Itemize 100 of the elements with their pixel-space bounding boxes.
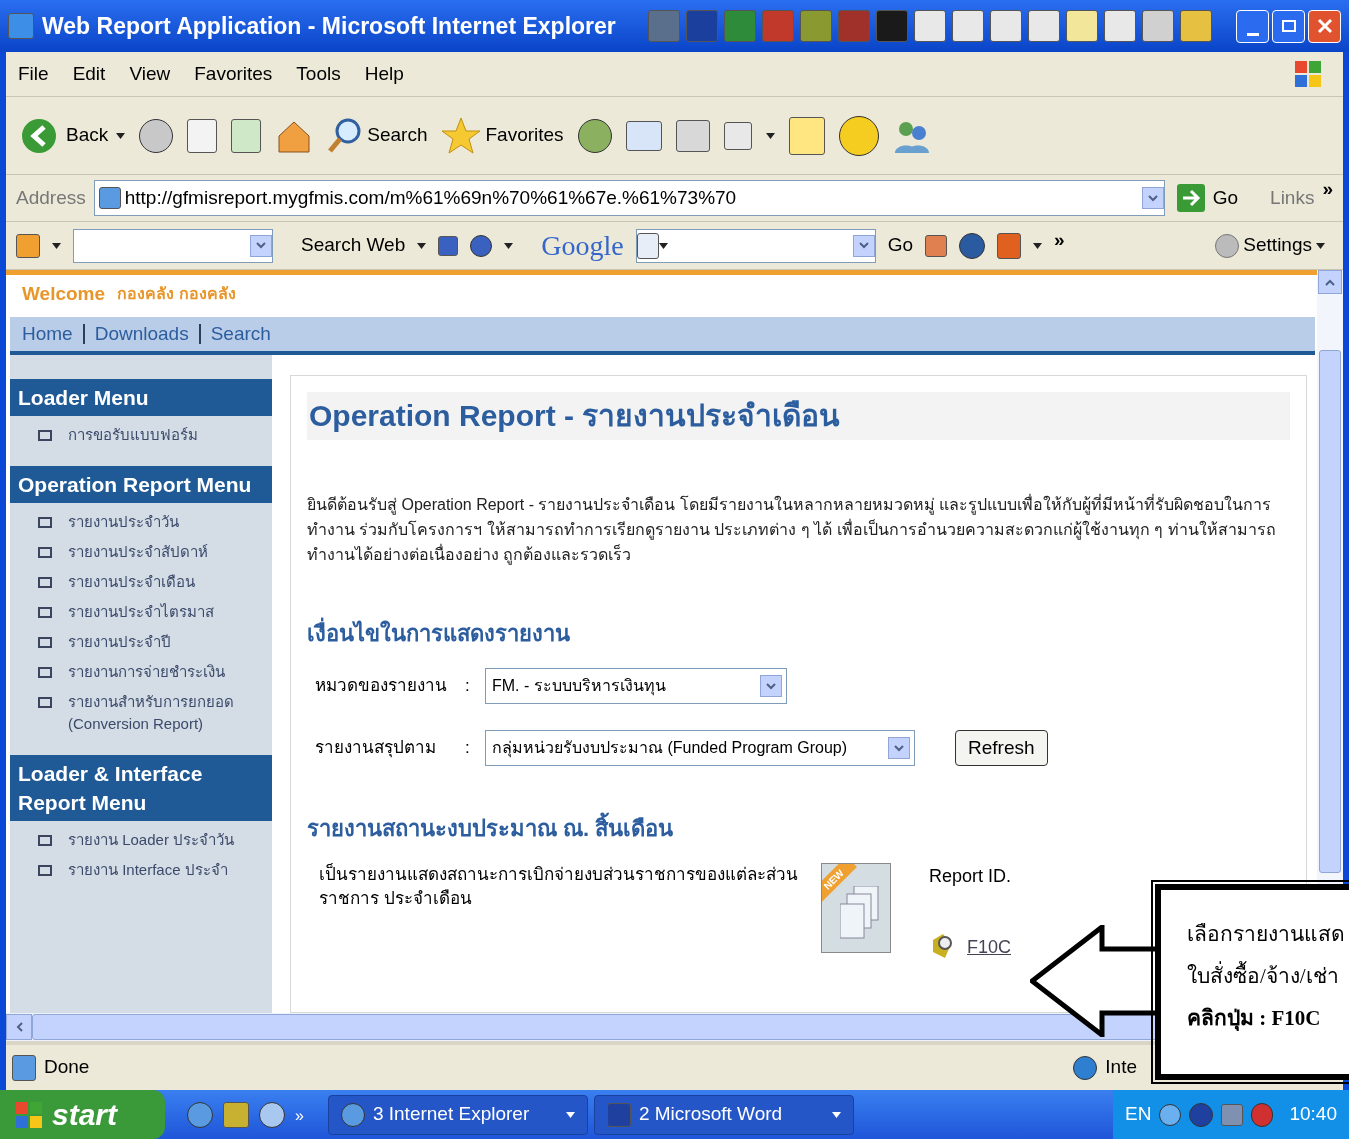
search-input[interactable] bbox=[73, 228, 273, 263]
menu-item[interactable]: File bbox=[18, 59, 49, 89]
back-button[interactable]: Back bbox=[20, 116, 126, 155]
app-icon[interactable] bbox=[1103, 10, 1136, 42]
zone-label: Inte bbox=[1105, 1055, 1137, 1080]
callout-text: เลือกรายงานแสด bbox=[1187, 921, 1346, 948]
app-icon[interactable] bbox=[1027, 10, 1060, 42]
restore-button[interactable] bbox=[1272, 9, 1305, 43]
google-go-button[interactable]: Go bbox=[887, 231, 913, 260]
sidebar-link[interactable]: รายงาน Loader ประจำวัน bbox=[68, 829, 235, 851]
caret-down-icon bbox=[256, 242, 266, 249]
dropdown-button[interactable] bbox=[852, 234, 875, 257]
caret-icon[interactable] bbox=[565, 1111, 575, 1118]
caret-icon[interactable] bbox=[658, 242, 668, 249]
section-heading: รายงานสถานะงบประมาณ ณ. สิ้นเดือน bbox=[307, 812, 1290, 845]
user-name: กองคลัง กองคลัง bbox=[117, 284, 236, 304]
sidebar-link[interactable]: รายงานประจำปี bbox=[68, 631, 171, 653]
caret-up-icon[interactable] bbox=[1325, 278, 1335, 286]
bullet-icon bbox=[38, 577, 52, 588]
app-icon[interactable] bbox=[1065, 10, 1098, 42]
bullet-icon bbox=[38, 547, 52, 558]
caret-icon[interactable] bbox=[765, 132, 775, 139]
nav-link[interactable]: Home bbox=[22, 323, 73, 344]
taskbar-button[interactable]: 3 Internet Explorer bbox=[327, 1094, 588, 1135]
search-button[interactable]: Search bbox=[327, 116, 428, 155]
callout-text: คลิกปุ่ม : F10C bbox=[1187, 1005, 1322, 1032]
sidebar-link[interactable]: รายงานการจ่ายชำระเงิน bbox=[68, 661, 225, 683]
nav-link[interactable]: Search bbox=[210, 323, 271, 344]
menu-item[interactable]: Help bbox=[364, 59, 404, 89]
dropdown-field[interactable]: กลุ่มหน่วยรับงบประมาณ (Funded Program Group) bbox=[485, 730, 915, 766]
menu-item[interactable]: View bbox=[129, 59, 171, 89]
window-title: Web Report Application - Microsoft Internet Explorer bbox=[42, 11, 616, 41]
dropdown-button[interactable] bbox=[760, 675, 782, 697]
menu-item[interactable]: Favorites bbox=[194, 59, 273, 89]
welcome-label: Welcome bbox=[22, 281, 106, 306]
sidebar-link[interactable]: การขอรับแบบฟอร์ม bbox=[68, 424, 198, 446]
dropdown-button[interactable] bbox=[888, 737, 910, 759]
bullet-icon bbox=[38, 607, 52, 618]
app-icon[interactable] bbox=[1141, 10, 1174, 42]
address-label: Address bbox=[16, 185, 86, 210]
minimize-button[interactable] bbox=[1236, 9, 1269, 43]
sidebar-link[interactable]: รายงานประจำวัน bbox=[68, 511, 179, 533]
menu-item[interactable]: Edit bbox=[72, 59, 106, 89]
google-logo: Google bbox=[541, 228, 624, 263]
caret-down-icon bbox=[894, 744, 904, 752]
bullet-icon bbox=[38, 430, 52, 441]
report-description: เป็นรายงานแสดงสถานะการเบิกจ่ายงบส่วนราชการของแต่ละส่วนราชการ ประจำเดือน bbox=[319, 863, 799, 910]
links-button[interactable]: Links bbox=[1270, 183, 1315, 213]
app-icon[interactable] bbox=[951, 10, 984, 42]
refresh-button[interactable]: Refresh bbox=[955, 730, 1048, 766]
nav-link[interactable]: Downloads bbox=[94, 323, 189, 344]
field-label: หมวดของรายงาน bbox=[315, 675, 448, 698]
app-icon[interactable] bbox=[1179, 10, 1212, 42]
close-button[interactable] bbox=[1308, 9, 1341, 43]
caret-down-icon bbox=[858, 242, 869, 249]
settings-button[interactable]: Settings bbox=[1215, 231, 1325, 260]
more-chevron[interactable]: » bbox=[1322, 175, 1333, 204]
windows-logo-icon bbox=[14, 1099, 44, 1130]
address-field[interactable]: http://gfmisreport.mygfmis.com/m%61%69n%70%61%67e.%61%73%70 bbox=[93, 180, 1165, 216]
more-chevron[interactable]: » bbox=[295, 1103, 304, 1128]
dropdown-field[interactable]: FM. - ระบบบริหารเงินทุน bbox=[485, 668, 787, 704]
caret-left-icon[interactable] bbox=[15, 1022, 23, 1032]
windows-logo-icon bbox=[1293, 59, 1323, 89]
star-icon bbox=[441, 115, 482, 156]
caret-icon[interactable] bbox=[417, 242, 427, 249]
caret-icon[interactable] bbox=[504, 242, 514, 249]
sidebar-section-title: Operation Report Menu bbox=[10, 466, 272, 503]
google-search-field[interactable] bbox=[635, 228, 876, 263]
favorites-button[interactable]: Favorites bbox=[441, 115, 564, 156]
caret-icon[interactable] bbox=[116, 132, 126, 139]
sidebar-link[interactable]: รายงานประจำเดือน bbox=[68, 571, 195, 593]
sidebar-link[interactable]: รายงานประจำสัปดาห์ bbox=[68, 541, 208, 563]
app-icon[interactable] bbox=[913, 10, 946, 42]
callout-text: ใบสั่งซื้อ/จ้าง/เช่า bbox=[1187, 962, 1349, 990]
caret-icon[interactable] bbox=[1033, 242, 1042, 249]
menu-item[interactable]: Tools bbox=[296, 59, 341, 89]
more-chevron[interactable]: » bbox=[1054, 226, 1065, 255]
sidebar-section-title: Loader & Interface Report Menu bbox=[10, 755, 272, 821]
search-web-button[interactable]: Search Web bbox=[301, 231, 427, 260]
bullet-icon bbox=[38, 865, 52, 876]
caret-down-icon bbox=[1147, 194, 1158, 202]
app-icon[interactable] bbox=[989, 10, 1022, 42]
caret-icon[interactable] bbox=[52, 242, 61, 249]
field-colon: : bbox=[465, 675, 471, 698]
taskbar-button[interactable]: 2 Microsoft Word bbox=[593, 1094, 854, 1135]
status-text: Done bbox=[44, 1055, 90, 1080]
dropdown-button[interactable] bbox=[250, 234, 272, 257]
caret-icon[interactable] bbox=[1316, 242, 1325, 249]
dropdown-button[interactable] bbox=[1141, 187, 1164, 209]
field-colon: : bbox=[465, 737, 471, 760]
caret-icon[interactable] bbox=[831, 1111, 841, 1118]
go-button[interactable]: Go bbox=[1176, 183, 1239, 213]
app-icon[interactable] bbox=[875, 10, 908, 42]
report-link[interactable]: F10C bbox=[967, 933, 1011, 961]
sidebar-link[interactable]: รายงานสำหรับการยกยอด (Conversion Report) bbox=[68, 691, 264, 735]
start-button[interactable]: start bbox=[0, 1090, 165, 1139]
bullet-icon bbox=[38, 637, 52, 648]
sidebar-link[interactable]: รายงาน Interface ประจำ bbox=[68, 859, 228, 881]
sidebar-link[interactable]: รายงานประจำไตรมาส bbox=[68, 601, 214, 623]
clock: 10:40 bbox=[1289, 1102, 1337, 1127]
